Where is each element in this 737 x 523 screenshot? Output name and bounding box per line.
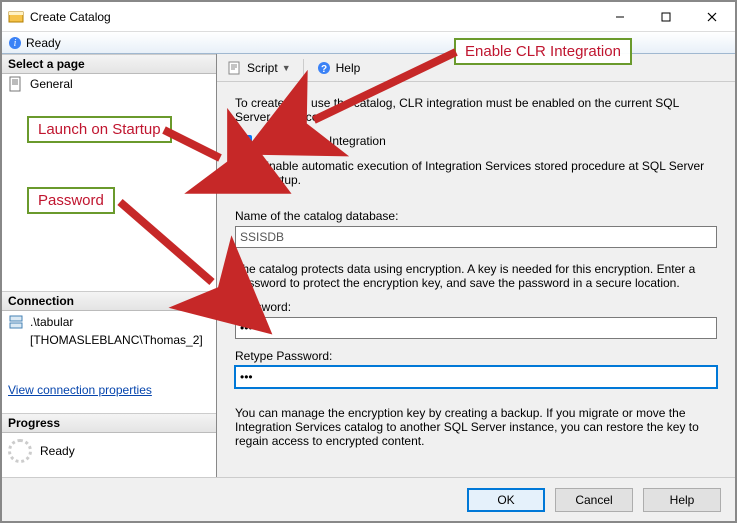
encryption-text: The catalog protects data using encrypti… bbox=[235, 262, 717, 290]
dbname-input[interactable] bbox=[235, 226, 717, 248]
server-icon bbox=[8, 314, 24, 330]
right-panel: Script ▼ ? Help To create and use the ca… bbox=[217, 54, 735, 477]
nav-general[interactable]: General bbox=[2, 74, 216, 94]
connection-server: .\tabular bbox=[30, 313, 73, 331]
help-footer-button[interactable]: Help bbox=[643, 488, 721, 512]
progress-spinner-icon bbox=[8, 439, 32, 463]
password-label: Password: bbox=[235, 300, 717, 314]
help-button[interactable]: ? Help bbox=[312, 58, 365, 78]
left-panel: Select a page General Connection .\t bbox=[2, 54, 217, 477]
script-label: Script bbox=[247, 61, 278, 75]
create-catalog-window: Create Catalog i Ready Select a page Gen… bbox=[0, 0, 737, 523]
close-button[interactable] bbox=[689, 2, 735, 32]
page-icon bbox=[8, 76, 24, 92]
enable-clr-checkbox[interactable] bbox=[239, 135, 252, 148]
intro-text: To create and use the catalog, CLR integ… bbox=[235, 96, 717, 124]
dbname-label: Name of the catalog database: bbox=[235, 209, 717, 223]
auto-exec-label: Enable automatic execution of Integratio… bbox=[261, 159, 717, 187]
connection-link-panel: View connection properties bbox=[2, 377, 216, 413]
svg-text:i: i bbox=[14, 38, 17, 49]
app-icon bbox=[8, 9, 24, 25]
backup-text: You can manage the encryption key by cre… bbox=[235, 406, 717, 448]
dropdown-arrow-icon: ▼ bbox=[282, 63, 291, 73]
nav-general-label: General bbox=[30, 77, 73, 91]
connection-user: [THOMASLEBLANC\Thomas_2] bbox=[8, 331, 210, 349]
progress-header: Progress bbox=[2, 413, 216, 433]
content-toolbar: Script ▼ ? Help bbox=[217, 54, 735, 82]
password-input[interactable] bbox=[235, 317, 717, 339]
toolbar-separator bbox=[303, 59, 304, 77]
script-dropdown[interactable]: Script ▼ bbox=[223, 58, 295, 78]
main-content: To create and use the catalog, CLR integ… bbox=[217, 82, 735, 477]
dialog-body: Select a page General Connection .\t bbox=[2, 54, 735, 477]
auto-exec-checkbox[interactable] bbox=[239, 160, 252, 173]
progress-text: Ready bbox=[40, 444, 75, 458]
svg-text:?: ? bbox=[321, 64, 327, 75]
enable-clr-label: Enable CLR Integration bbox=[261, 134, 386, 148]
info-icon: i bbox=[8, 36, 22, 50]
dialog-footer: OK Cancel Help bbox=[2, 477, 735, 521]
help-label: Help bbox=[336, 61, 361, 75]
progress-panel: Ready bbox=[2, 433, 216, 477]
maximize-button[interactable] bbox=[643, 2, 689, 32]
window-title: Create Catalog bbox=[30, 10, 597, 24]
window-buttons bbox=[597, 2, 735, 32]
cancel-button[interactable]: Cancel bbox=[555, 488, 633, 512]
page-nav: General bbox=[2, 74, 216, 291]
script-icon bbox=[227, 60, 243, 76]
ok-button[interactable]: OK bbox=[467, 488, 545, 512]
ready-bar: i Ready bbox=[2, 32, 735, 54]
retype-password-input[interactable] bbox=[235, 366, 717, 388]
connection-panel: .\tabular [THOMASLEBLANC\Thomas_2] bbox=[2, 311, 216, 377]
retype-password-label: Retype Password: bbox=[235, 349, 717, 363]
select-page-header: Select a page bbox=[2, 54, 216, 74]
status-text: Ready bbox=[26, 36, 61, 50]
view-connection-properties-link[interactable]: View connection properties bbox=[2, 377, 158, 403]
titlebar: Create Catalog bbox=[2, 2, 735, 32]
help-icon: ? bbox=[316, 60, 332, 76]
minimize-button[interactable] bbox=[597, 2, 643, 32]
connection-header: Connection bbox=[2, 291, 216, 311]
